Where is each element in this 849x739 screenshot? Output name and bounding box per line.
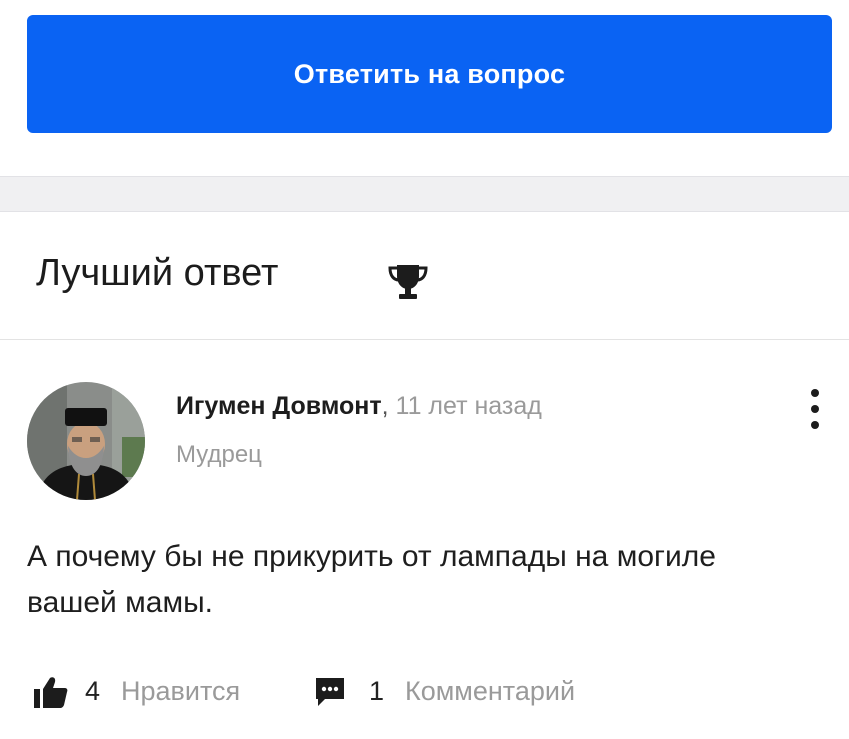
avatar[interactable] [27,382,145,500]
answer-question-button[interactable]: Ответить на вопрос [27,15,832,133]
answer-time: 11 лет назад [395,392,542,420]
answer-text: А почему бы не прикурить от лампады на м… [27,540,716,619]
best-answer-heading: Лучший ответ [36,252,279,294]
section-divider [0,176,849,212]
author-line: Игумен Довмонт, 11 лет назад [176,392,542,421]
comment-count: 1 [369,676,385,706]
thumbs-up-icon[interactable] [33,674,69,710]
author-name[interactable]: Игумен Довмонт [176,392,382,420]
comment-button[interactable]: Комментарий [405,676,575,707]
like-count: 4 [85,676,101,706]
top-area: Ответить на вопрос [0,0,849,176]
author-separator: , [381,392,389,420]
author-rank: Мудрец [176,441,262,468]
comment-icon[interactable] [313,675,347,709]
more-options-icon[interactable] [805,387,825,431]
like-button[interactable]: Нравится [121,676,240,707]
avatar-photo [27,382,145,500]
trophy-icon [388,265,428,299]
